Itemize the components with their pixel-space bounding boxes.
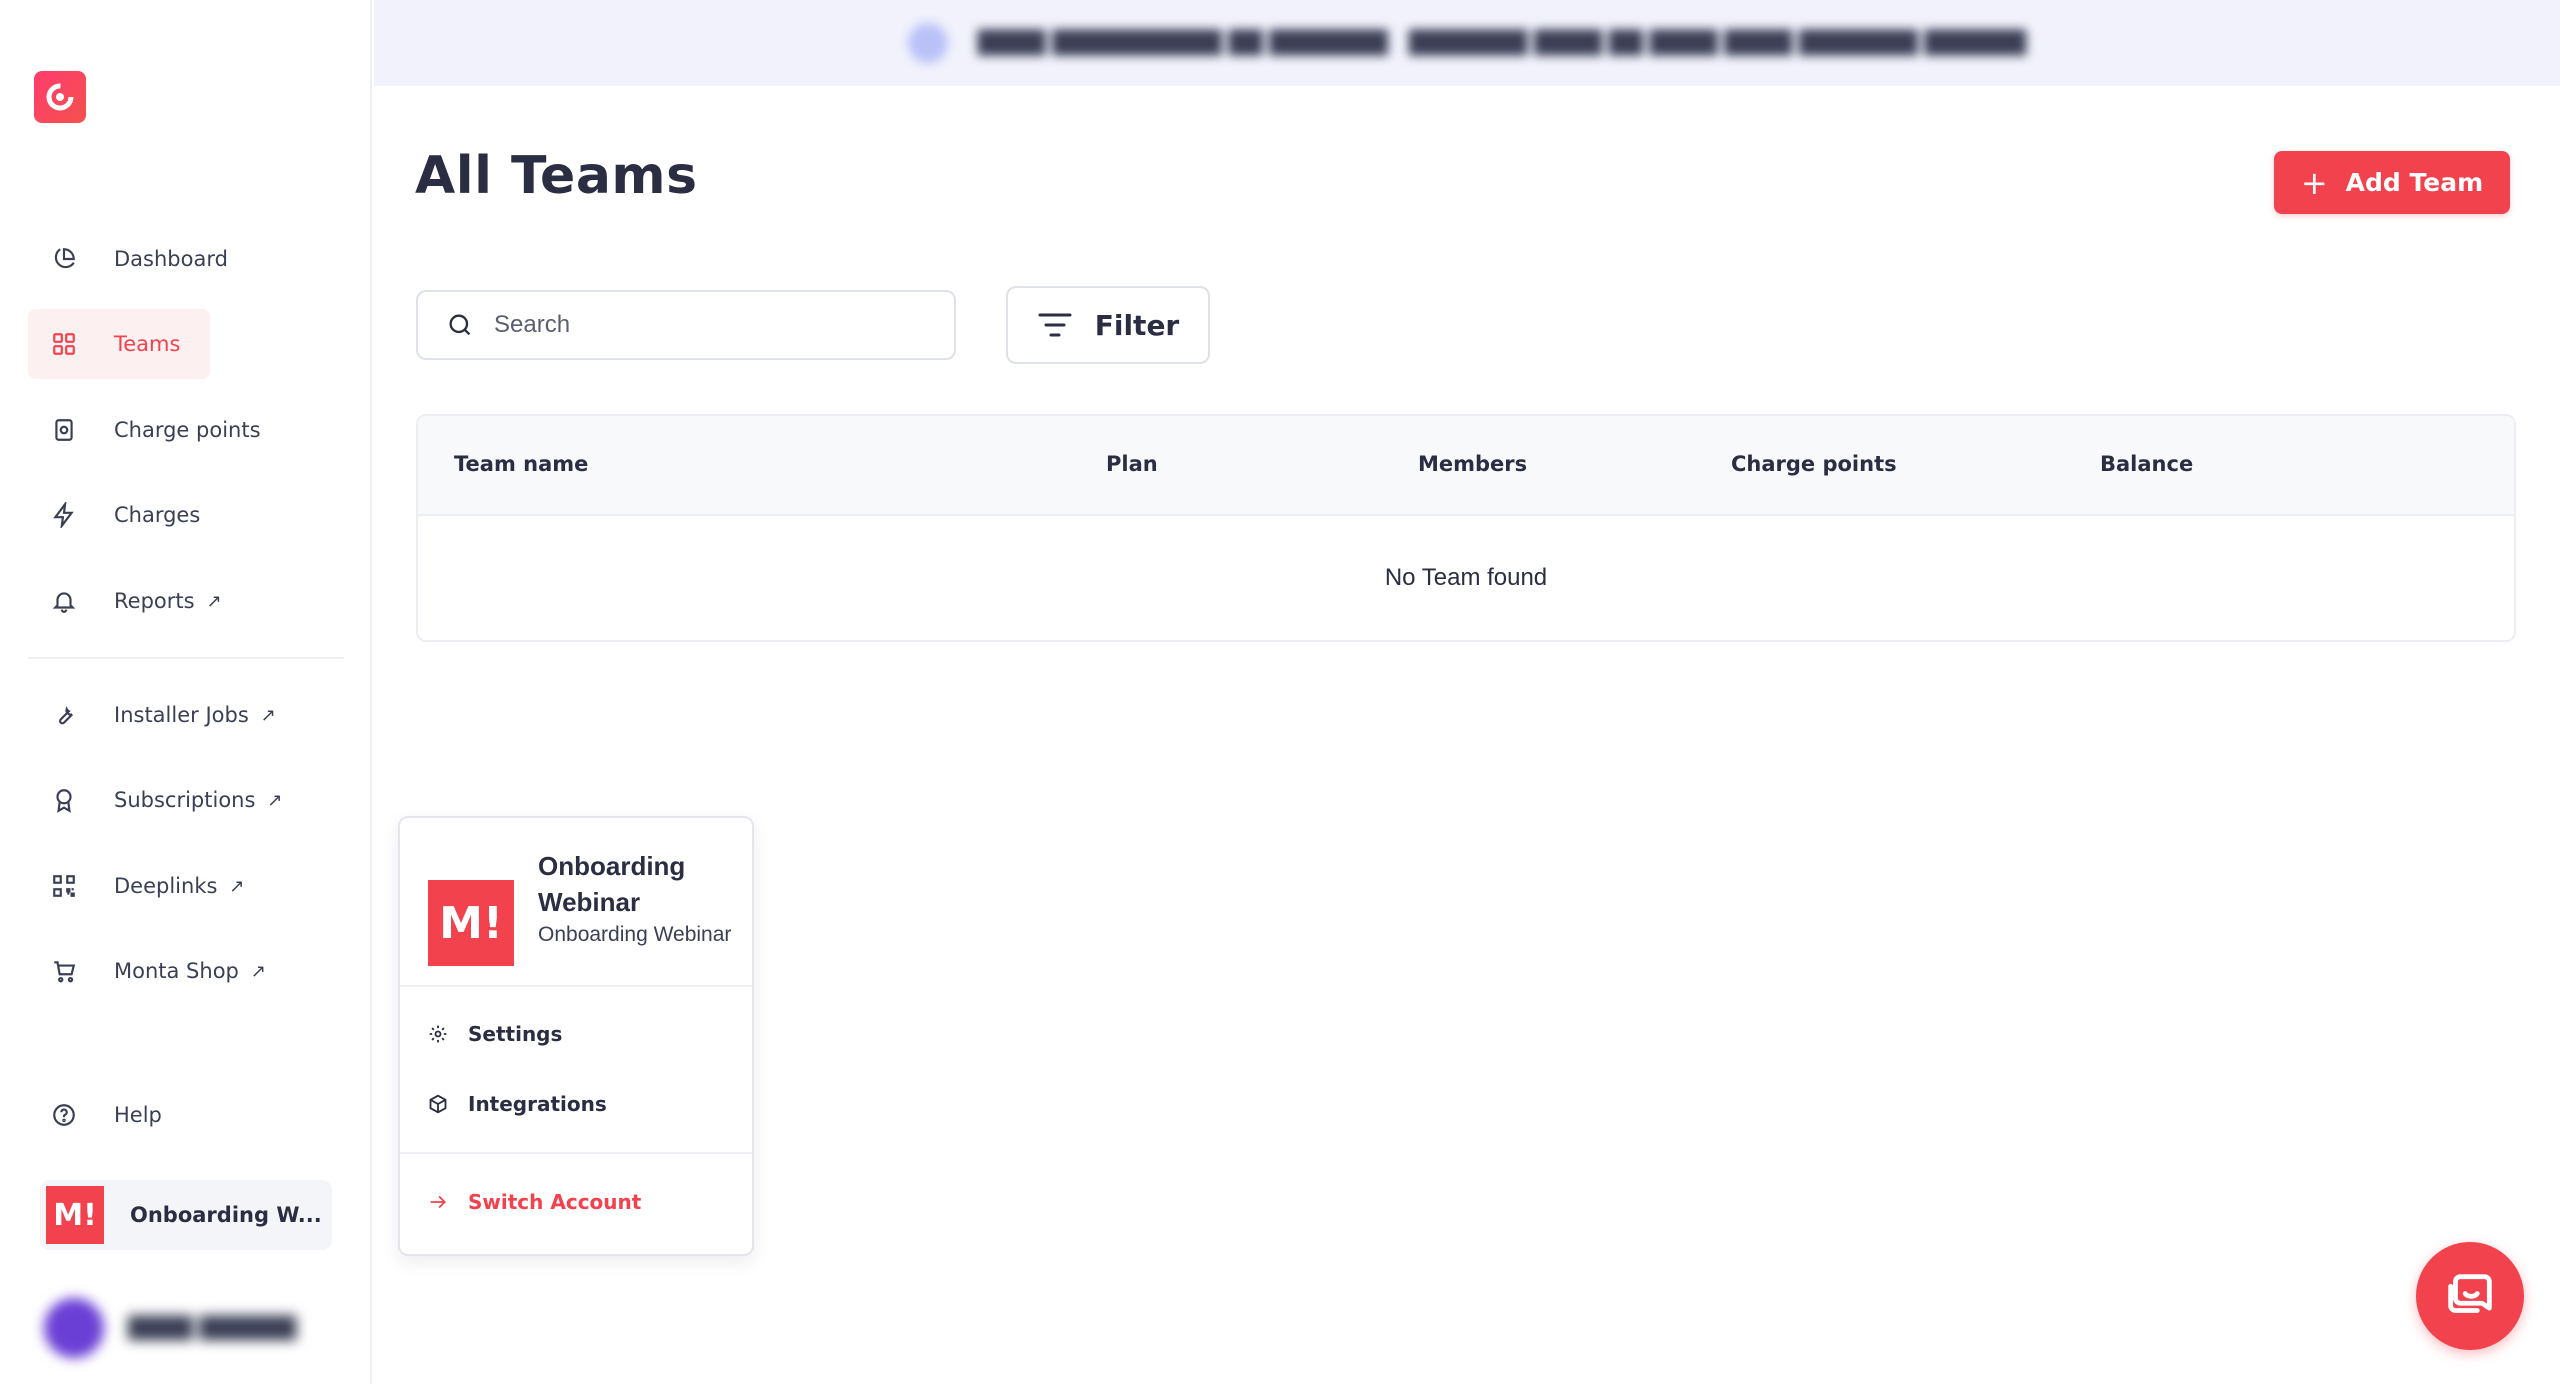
account-switcher[interactable]: M! Onboarding W... [40,1180,332,1250]
chat-support-button[interactable] [2416,1242,2524,1350]
bell-icon [50,587,78,615]
popover-item-integrations[interactable]: Integrations [428,1092,607,1116]
account-name: Onboarding W... [130,1203,322,1227]
charger-icon [50,416,78,444]
app-logo[interactable] [34,71,86,123]
sidebar-item-dashboard[interactable]: Dashboard [28,224,228,294]
account-popover: M! Onboarding Webinar Onboarding Webinar… [398,816,754,1256]
account-subtitle: Onboarding Webinar [538,923,732,946]
arrow-right-icon [430,1196,446,1208]
sidebar-item-help[interactable]: Help [28,1080,162,1150]
sidebar-item-label: Deeplinks [114,874,218,898]
plus-icon: + [2300,163,2328,202]
award-icon [50,786,78,814]
search-box[interactable] [416,290,956,360]
teams-table: Team name Plan Members Charge points Bal… [416,414,2516,642]
search-icon [449,314,471,336]
page-title: All Teams [415,146,698,206]
filter-icon [1038,313,1072,337]
column-header-charge-points[interactable]: Charge points [1731,452,1897,476]
sidebar-item-monta-shop[interactable]: Monta Shop ↗ [28,936,266,1006]
column-header-members[interactable]: Members [1418,452,1527,476]
banner-text-blurred: ████ ██████████ ██ ███████ ███████ ████ … [977,30,2027,56]
switch-account-label: Switch Account [468,1190,642,1214]
popover-item-label: Integrations [468,1092,607,1116]
external-link-icon: ↗ [250,960,266,982]
avatar [44,1298,104,1358]
cart-icon [50,957,78,985]
popover-item-settings[interactable]: Settings [428,1022,562,1046]
sidebar-item-installer-jobs[interactable]: Installer Jobs ↗ [28,680,276,750]
sidebar-item-label: Help [114,1103,162,1127]
sidebar-item-label: Subscriptions [114,788,256,812]
popover-names: Onboarding Webinar Onboarding Webinar [538,848,738,966]
column-header-team-name[interactable]: Team name [454,452,588,476]
filter-label: Filter [1094,308,1180,342]
column-header-balance[interactable]: Balance [2100,452,2193,476]
chat-icon [2448,1274,2492,1313]
sidebar: Dashboard Teams Charge points Charges Re… [0,0,372,1384]
sidebar-item-subscriptions[interactable]: Subscriptions ↗ [28,765,283,835]
add-team-label: Add Team [2345,168,2484,197]
sidebar-item-label: Charge points [114,418,261,442]
sidebar-item-deeplinks[interactable]: Deeplinks ↗ [28,851,245,921]
banner-content-blurred: ████ ██████████ ██ ███████ ███████ ████ … [907,23,2027,63]
search-input[interactable] [494,311,934,339]
sidebar-item-label: Charges [114,503,201,527]
filter-button[interactable]: Filter [1006,286,1210,364]
external-link-icon: ↗ [267,789,283,811]
pie-chart-icon [50,245,78,273]
account-name: Onboarding Webinar [538,851,686,917]
gear-icon [429,1025,447,1043]
account-logo: M! [428,880,514,966]
external-link-icon: ↗ [260,704,276,726]
switch-account-button[interactable]: Switch Account [428,1190,641,1214]
user-name-blurred: ████ ██████ [128,1316,297,1340]
sidebar-item-label: Installer Jobs [114,703,249,727]
column-header-plan[interactable]: Plan [1106,452,1158,476]
external-link-icon: ↗ [206,590,222,612]
help-circle-icon [50,1101,78,1129]
popover-item-label: Settings [468,1022,563,1046]
sidebar-item-reports[interactable]: Reports ↗ [28,566,222,636]
grid-icon [50,330,78,358]
popover-divider [400,1152,752,1154]
sidebar-item-label: Monta Shop [114,959,239,983]
sidebar-item-label: Reports [114,589,195,613]
account-logo: M! [46,1186,104,1244]
user-profile[interactable]: ████ ██████ [44,1298,296,1358]
wrench-icon [50,701,78,729]
table-header: Team name Plan Members Charge points Bal… [418,416,2514,516]
sidebar-item-charge-points[interactable]: Charge points [28,395,261,465]
top-banner: ████ ██████████ ██ ███████ ███████ ████ … [374,0,2560,86]
popover-header: M! Onboarding Webinar Onboarding Webinar [428,848,738,966]
app-logo-icon [46,83,74,111]
sidebar-item-label: Dashboard [114,247,228,271]
sidebar-item-label: Teams [114,332,181,356]
add-team-button[interactable]: + Add Team [2274,151,2510,214]
sidebar-item-teams[interactable]: Teams [28,309,210,379]
sidebar-item-charges[interactable]: Charges [28,480,200,550]
bolt-icon [50,501,78,529]
info-icon [907,23,948,63]
sidebar-divider [28,657,344,659]
popover-divider [400,985,752,987]
external-link-icon: ↗ [229,875,245,897]
cube-icon [429,1094,447,1114]
empty-state-message: No Team found [1384,564,1548,591]
qr-code-icon [50,872,78,900]
